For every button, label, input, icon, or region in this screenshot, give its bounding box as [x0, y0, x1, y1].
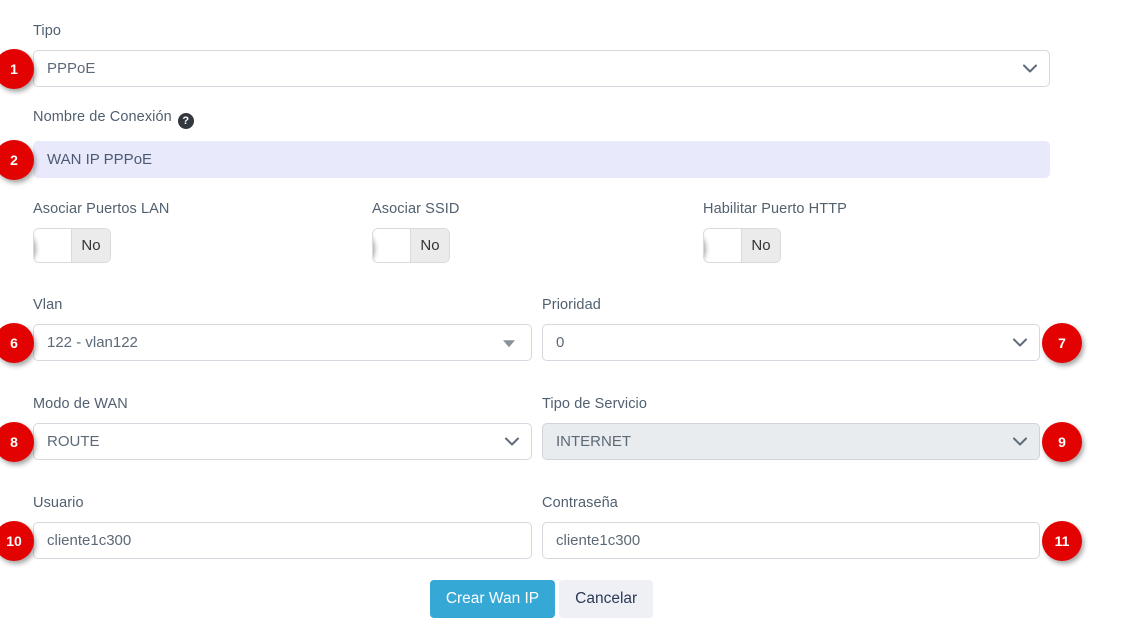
tipo-select[interactable]: PPPoE 1 — [33, 50, 1050, 87]
vlan-select[interactable]: 122 - vlan122 6 — [33, 324, 532, 361]
tipo-select-value: PPPoE — [47, 60, 95, 77]
chevron-down-icon — [1023, 64, 1037, 73]
tipo-servicio-select: INTERNET 9 — [542, 423, 1040, 460]
step-badge-7: 7 — [1042, 323, 1082, 363]
field-asociar-puertos-lan: Asociar Puertos LAN No 3 — [33, 202, 372, 263]
toggle-handle — [704, 229, 742, 262]
nombre-conexion-label: Nombre de Conexión? — [33, 110, 1050, 129]
usuario-input[interactable] — [34, 523, 531, 558]
nombre-conexion-label-text: Nombre de Conexión — [33, 109, 172, 125]
modo-servicio-row: Modo de WAN ROUTE 8 Tipo de Servicio INT… — [33, 397, 1050, 460]
nombre-conexion-input[interactable] — [34, 142, 1049, 177]
toggle-handle — [34, 229, 72, 262]
toggle-state: No — [742, 229, 780, 262]
tipo-label: Tipo — [33, 24, 1050, 38]
habilitar-puerto-http-toggle[interactable]: No 5 — [703, 228, 781, 263]
usuario-label: Usuario — [33, 496, 532, 510]
vlan-select-value: 122 - vlan122 — [47, 334, 138, 351]
field-prioridad: Prioridad 0 7 — [542, 298, 1040, 361]
asociar-ssid-toggle[interactable]: No 4 — [372, 228, 450, 263]
chevron-down-icon — [1013, 338, 1027, 347]
contrasena-label: Contraseña — [542, 496, 1040, 510]
modo-wan-select[interactable]: ROUTE 8 — [33, 423, 532, 460]
credentials-row: Usuario 10 Contraseña 11 — [33, 496, 1050, 559]
asociar-puertos-lan-toggle[interactable]: No 3 — [33, 228, 111, 263]
prioridad-select[interactable]: 0 7 — [542, 324, 1040, 361]
toggle-state: No — [72, 229, 110, 262]
field-asociar-ssid: Asociar SSID No 4 — [372, 202, 703, 263]
vlan-label: Vlan — [33, 298, 532, 312]
toggles-row: Asociar Puertos LAN No 3 Asociar SSID No… — [33, 202, 1050, 263]
modo-wan-label: Modo de WAN — [33, 397, 532, 411]
field-nombre-conexion: Nombre de Conexión? 2 — [33, 110, 1050, 178]
step-badge-10: 10 — [0, 521, 34, 561]
field-tipo: Tipo PPPoE 1 — [33, 24, 1050, 87]
crear-wan-ip-button[interactable]: Crear Wan IP — [430, 580, 555, 618]
habilitar-puerto-http-label: Habilitar Puerto HTTP — [703, 202, 1050, 216]
asociar-ssid-label: Asociar SSID — [372, 202, 703, 216]
field-usuario: Usuario 10 — [33, 496, 532, 559]
contrasena-field: 11 — [542, 522, 1040, 559]
modo-wan-select-value: ROUTE — [47, 433, 100, 450]
step-badge-9: 9 — [1042, 422, 1082, 462]
vlan-prioridad-row: Vlan 122 - vlan122 6 Prioridad 0 7 — [33, 298, 1050, 361]
chevron-down-icon — [1013, 437, 1027, 446]
step-badge-2: 2 — [0, 140, 34, 180]
help-icon[interactable]: ? — [178, 113, 194, 129]
prioridad-select-value: 0 — [556, 334, 564, 351]
nombre-conexion-field: 2 — [33, 141, 1050, 178]
contrasena-input[interactable] — [543, 523, 1039, 558]
step-badge-6: 6 — [0, 323, 34, 363]
step-badge-1: 1 — [0, 49, 34, 89]
wan-create-form: Tipo PPPoE 1 Nombre de Conexión? 2 Asoci… — [33, 0, 1050, 618]
field-vlan: Vlan 122 - vlan122 6 — [33, 298, 532, 361]
toggle-state: No — [411, 229, 449, 262]
field-habilitar-puerto-http: Habilitar Puerto HTTP No 5 — [703, 202, 1050, 263]
chevron-down-icon — [505, 437, 519, 446]
tipo-servicio-select-value: INTERNET — [556, 433, 631, 450]
tipo-servicio-label: Tipo de Servicio — [542, 397, 1040, 411]
step-badge-8: 8 — [0, 422, 34, 462]
asociar-puertos-lan-label: Asociar Puertos LAN — [33, 202, 372, 216]
usuario-field: 10 — [33, 522, 532, 559]
toggle-handle — [373, 229, 411, 262]
dropdown-arrow-icon — [503, 340, 515, 347]
form-actions: Crear Wan IP Cancelar — [33, 580, 1050, 618]
field-tipo-servicio: Tipo de Servicio INTERNET 9 — [542, 397, 1040, 460]
prioridad-label: Prioridad — [542, 298, 1040, 312]
cancelar-button[interactable]: Cancelar — [559, 580, 653, 618]
field-modo-wan: Modo de WAN ROUTE 8 — [33, 397, 532, 460]
field-contrasena: Contraseña 11 — [542, 496, 1040, 559]
step-badge-11: 11 — [1042, 521, 1082, 561]
